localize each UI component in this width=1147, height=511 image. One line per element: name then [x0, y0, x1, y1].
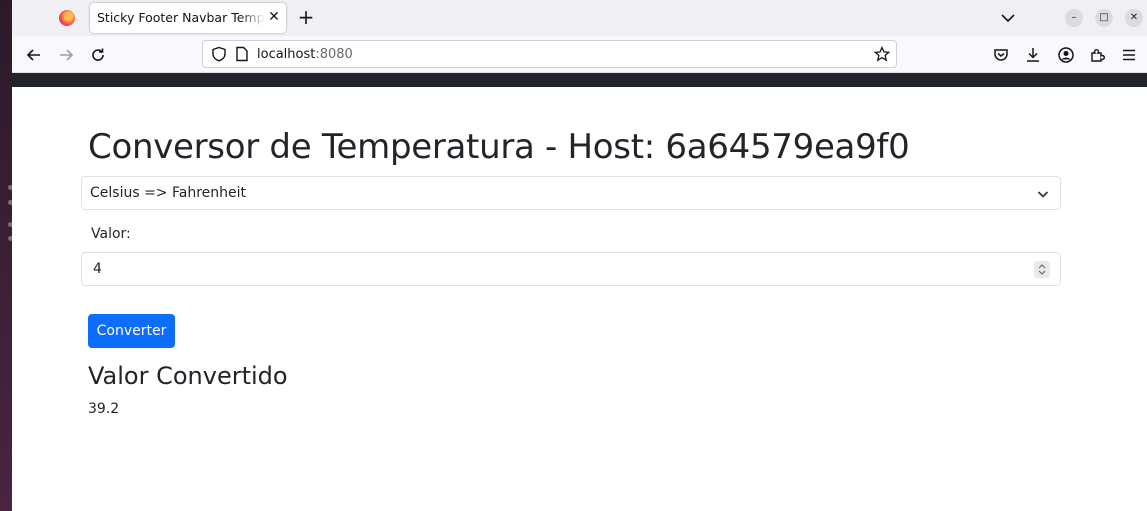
- value-label: Valor:: [91, 226, 131, 242]
- tab-title: Sticky Footer Navbar Template: [97, 10, 265, 25]
- desktop-edge: [0, 0, 13, 511]
- shield-icon[interactable]: [211, 46, 227, 62]
- window-close-icon[interactable]: ✕: [1125, 9, 1143, 27]
- convert-button[interactable]: Converter: [88, 314, 175, 348]
- firefox-icon[interactable]: [59, 10, 75, 26]
- hamburger-icon[interactable]: [1119, 45, 1139, 65]
- chevron-down-icon[interactable]: [998, 8, 1018, 28]
- url-text: localhost:8080: [257, 47, 353, 62]
- result-value: 39.2: [88, 401, 120, 417]
- browser-window: Sticky Footer Navbar Template ✕ + – □ ✕ …: [12, 0, 1147, 511]
- nav-toolbar: localhost:8080: [12, 36, 1147, 73]
- arrow-right-icon[interactable]: [56, 45, 76, 65]
- star-icon[interactable]: [873, 45, 891, 62]
- url-bar[interactable]: localhost:8080: [202, 40, 897, 68]
- conversion-select[interactable]: Celsius => Fahrenheit: [81, 176, 1061, 210]
- account-icon[interactable]: [1056, 45, 1076, 65]
- conversion-select-value: Celsius => Fahrenheit: [90, 185, 247, 201]
- reload-icon[interactable]: [88, 45, 108, 65]
- url-port: :8080: [315, 47, 353, 62]
- download-icon[interactable]: [1023, 45, 1043, 65]
- plus-icon[interactable]: +: [296, 7, 316, 27]
- maximize-icon[interactable]: □: [1095, 9, 1113, 27]
- minimize-icon[interactable]: –: [1065, 9, 1083, 27]
- app-navbar: [12, 73, 1147, 87]
- url-host: localhost: [257, 47, 316, 62]
- pocket-icon[interactable]: [991, 45, 1011, 65]
- arrow-left-icon[interactable]: [24, 45, 44, 65]
- result-heading: Valor Convertido: [88, 362, 288, 390]
- value-input[interactable]: 4: [81, 252, 1061, 286]
- close-icon[interactable]: ✕: [266, 9, 282, 25]
- page-icon[interactable]: [235, 46, 249, 62]
- page-content: Conversor de Temperatura - Host: 6a64579…: [12, 87, 1147, 511]
- puzzle-icon[interactable]: [1088, 45, 1108, 65]
- number-spinner[interactable]: [1034, 261, 1050, 278]
- chevron-down-icon: [1036, 186, 1050, 200]
- page-title: Conversor de Temperatura - Host: 6a64579…: [88, 127, 910, 167]
- tab-active[interactable]: Sticky Footer Navbar Template ✕: [90, 3, 286, 33]
- value-input-text: 4: [93, 261, 102, 277]
- tab-bar: Sticky Footer Navbar Template ✕ + – □ ✕: [12, 0, 1147, 36]
